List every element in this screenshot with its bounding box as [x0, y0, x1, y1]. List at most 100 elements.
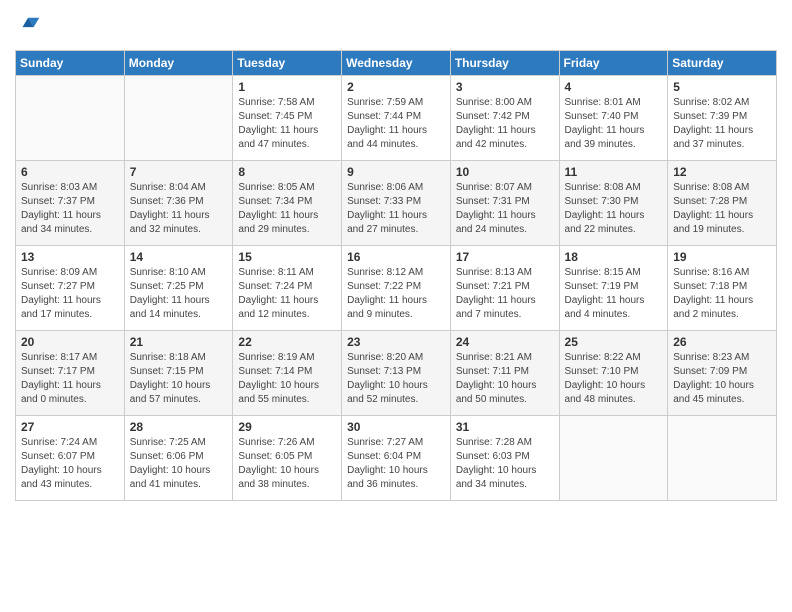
calendar-cell: 30 Sunrise: 7:27 AM Sunset: 6:04 PM Dayli…: [342, 416, 451, 501]
calendar-cell: 10 Sunrise: 8:07 AM Sunset: 7:31 PM Dayli…: [450, 161, 559, 246]
weekday-header-monday: Monday: [124, 51, 233, 76]
day-number: 13: [21, 250, 119, 264]
day-number: 30: [347, 420, 445, 434]
day-info: Sunrise: 8:11 AM Sunset: 7:24 PM Dayligh…: [238, 266, 336, 322]
logo-icon: [15, 14, 43, 42]
day-info: Sunrise: 7:59 AM Sunset: 7:44 PM Dayligh…: [347, 96, 445, 152]
day-info: Sunrise: 8:10 AM Sunset: 7:25 PM Dayligh…: [130, 266, 228, 322]
day-info: Sunrise: 8:08 AM Sunset: 7:30 PM Dayligh…: [565, 181, 663, 237]
day-info: Sunrise: 8:01 AM Sunset: 7:40 PM Dayligh…: [565, 96, 663, 152]
day-info: Sunrise: 8:17 AM Sunset: 7:17 PM Dayligh…: [21, 351, 119, 407]
calendar-cell: 15 Sunrise: 8:11 AM Sunset: 7:24 PM Dayli…: [233, 246, 342, 331]
day-info: Sunrise: 8:13 AM Sunset: 7:21 PM Dayligh…: [456, 266, 554, 322]
day-info: Sunrise: 8:05 AM Sunset: 7:34 PM Dayligh…: [238, 181, 336, 237]
day-number: 25: [565, 335, 663, 349]
day-info: Sunrise: 8:07 AM Sunset: 7:31 PM Dayligh…: [456, 181, 554, 237]
weekday-header-saturday: Saturday: [668, 51, 777, 76]
day-number: 9: [347, 165, 445, 179]
calendar-cell: 22Sunrise: 8:19 AM Sunset: 7:14 PM Dayli…: [233, 331, 342, 416]
day-info: Sunrise: 8:04 AM Sunset: 7:36 PM Dayligh…: [130, 181, 228, 237]
calendar-cell: 24 Sunrise: 8:21 AM Sunset: 7:11 PM Dayli…: [450, 331, 559, 416]
day-number: 17: [456, 250, 554, 264]
calendar-cell: 17 Sunrise: 8:13 AM Sunset: 7:21 PM Dayli…: [450, 246, 559, 331]
day-number: 6: [21, 165, 119, 179]
day-info: Sunrise: 7:58 AM Sunset: 7:45 PM Dayligh…: [238, 96, 336, 152]
calendar-cell: [668, 416, 777, 501]
calendar-week-3: 13 Sunrise: 8:09 AM Sunset: 7:27 PM Dayli…: [16, 246, 777, 331]
calendar-cell: 21Sunrise: 8:18 AM Sunset: 7:15 PM Dayli…: [124, 331, 233, 416]
calendar-cell: 31 Sunrise: 7:28 AM Sunset: 6:03 PM Dayli…: [450, 416, 559, 501]
calendar-table: SundayMondayTuesdayWednesdayThursdayFrid…: [15, 50, 777, 501]
day-number: 21: [130, 335, 228, 349]
calendar-cell: 25 Sunrise: 8:22 AM Sunset: 7:10 PM Dayli…: [559, 331, 668, 416]
day-info: Sunrise: 8:00 AM Sunset: 7:42 PM Dayligh…: [456, 96, 554, 152]
calendar-cell: 29 Sunrise: 7:26 AM Sunset: 6:05 PM Dayli…: [233, 416, 342, 501]
day-info: Sunrise: 8:09 AM Sunset: 7:27 PM Dayligh…: [21, 266, 119, 322]
calendar-cell: 26 Sunrise: 8:23 AM Sunset: 7:09 PM Dayli…: [668, 331, 777, 416]
day-info: Sunrise: 8:23 AM Sunset: 7:09 PM Dayligh…: [673, 351, 771, 407]
calendar-cell: 23 Sunrise: 8:20 AM Sunset: 7:13 PM Dayli…: [342, 331, 451, 416]
weekday-header-thursday: Thursday: [450, 51, 559, 76]
calendar-cell: [16, 76, 125, 161]
day-info: Sunrise: 8:21 AM Sunset: 7:11 PM Dayligh…: [456, 351, 554, 407]
calendar-cell: 19 Sunrise: 8:16 AM Sunset: 7:18 PM Dayli…: [668, 246, 777, 331]
calendar-cell: 7 Sunrise: 8:04 AM Sunset: 7:36 PM Daylig…: [124, 161, 233, 246]
weekday-header-friday: Friday: [559, 51, 668, 76]
day-info: Sunrise: 8:12 AM Sunset: 7:22 PM Dayligh…: [347, 266, 445, 322]
calendar-cell: 14 Sunrise: 8:10 AM Sunset: 7:25 PM Dayli…: [124, 246, 233, 331]
day-info: Sunrise: 8:08 AM Sunset: 7:28 PM Dayligh…: [673, 181, 771, 237]
day-number: 1: [238, 80, 336, 94]
calendar-cell: 9 Sunrise: 8:06 AM Sunset: 7:33 PM Daylig…: [342, 161, 451, 246]
calendar-cell: 6 Sunrise: 8:03 AM Sunset: 7:37 PM Daylig…: [16, 161, 125, 246]
day-number: 3: [456, 80, 554, 94]
day-number: 11: [565, 165, 663, 179]
day-number: 2: [347, 80, 445, 94]
day-info: Sunrise: 7:25 AM Sunset: 6:06 PM Dayligh…: [130, 436, 228, 492]
calendar-week-4: 20Sunrise: 8:17 AM Sunset: 7:17 PM Dayli…: [16, 331, 777, 416]
day-info: Sunrise: 7:27 AM Sunset: 6:04 PM Dayligh…: [347, 436, 445, 492]
day-info: Sunrise: 7:26 AM Sunset: 6:05 PM Dayligh…: [238, 436, 336, 492]
day-info: Sunrise: 8:19 AM Sunset: 7:14 PM Dayligh…: [238, 351, 336, 407]
day-number: 14: [130, 250, 228, 264]
calendar-cell: 28Sunrise: 7:25 AM Sunset: 6:06 PM Dayli…: [124, 416, 233, 501]
calendar-cell: 11 Sunrise: 8:08 AM Sunset: 7:30 PM Dayli…: [559, 161, 668, 246]
day-number: 31: [456, 420, 554, 434]
day-number: 8: [238, 165, 336, 179]
calendar-cell: 1 Sunrise: 7:58 AM Sunset: 7:45 PM Daylig…: [233, 76, 342, 161]
day-number: 29: [238, 420, 336, 434]
weekday-header-row: SundayMondayTuesdayWednesdayThursdayFrid…: [16, 51, 777, 76]
day-info: Sunrise: 7:24 AM Sunset: 6:07 PM Dayligh…: [21, 436, 119, 492]
calendar-cell: 4 Sunrise: 8:01 AM Sunset: 7:40 PM Daylig…: [559, 76, 668, 161]
day-number: 18: [565, 250, 663, 264]
weekday-header-wednesday: Wednesday: [342, 51, 451, 76]
day-info: Sunrise: 8:16 AM Sunset: 7:18 PM Dayligh…: [673, 266, 771, 322]
calendar-week-1: 1 Sunrise: 7:58 AM Sunset: 7:45 PM Daylig…: [16, 76, 777, 161]
calendar-cell: 18Sunrise: 8:15 AM Sunset: 7:19 PM Dayli…: [559, 246, 668, 331]
day-number: 7: [130, 165, 228, 179]
calendar-cell: 13 Sunrise: 8:09 AM Sunset: 7:27 PM Dayli…: [16, 246, 125, 331]
day-info: Sunrise: 8:20 AM Sunset: 7:13 PM Dayligh…: [347, 351, 445, 407]
day-number: 5: [673, 80, 771, 94]
calendar-cell: [124, 76, 233, 161]
day-number: 10: [456, 165, 554, 179]
day-info: Sunrise: 8:03 AM Sunset: 7:37 PM Dayligh…: [21, 181, 119, 237]
day-info: Sunrise: 8:22 AM Sunset: 7:10 PM Dayligh…: [565, 351, 663, 407]
calendar-cell: [559, 416, 668, 501]
calendar-week-2: 6 Sunrise: 8:03 AM Sunset: 7:37 PM Daylig…: [16, 161, 777, 246]
day-number: 4: [565, 80, 663, 94]
day-info: Sunrise: 8:06 AM Sunset: 7:33 PM Dayligh…: [347, 181, 445, 237]
day-info: Sunrise: 7:28 AM Sunset: 6:03 PM Dayligh…: [456, 436, 554, 492]
day-number: 19: [673, 250, 771, 264]
logo: [15, 10, 47, 42]
calendar-cell: 8 Sunrise: 8:05 AM Sunset: 7:34 PM Daylig…: [233, 161, 342, 246]
day-number: 15: [238, 250, 336, 264]
day-number: 24: [456, 335, 554, 349]
calendar-cell: 12Sunrise: 8:08 AM Sunset: 7:28 PM Dayli…: [668, 161, 777, 246]
calendar-cell: 27 Sunrise: 7:24 AM Sunset: 6:07 PM Dayli…: [16, 416, 125, 501]
day-info: Sunrise: 8:02 AM Sunset: 7:39 PM Dayligh…: [673, 96, 771, 152]
calendar-cell: 2 Sunrise: 7:59 AM Sunset: 7:44 PM Daylig…: [342, 76, 451, 161]
day-number: 23: [347, 335, 445, 349]
calendar-cell: 16Sunrise: 8:12 AM Sunset: 7:22 PM Dayli…: [342, 246, 451, 331]
day-number: 26: [673, 335, 771, 349]
day-number: 27: [21, 420, 119, 434]
